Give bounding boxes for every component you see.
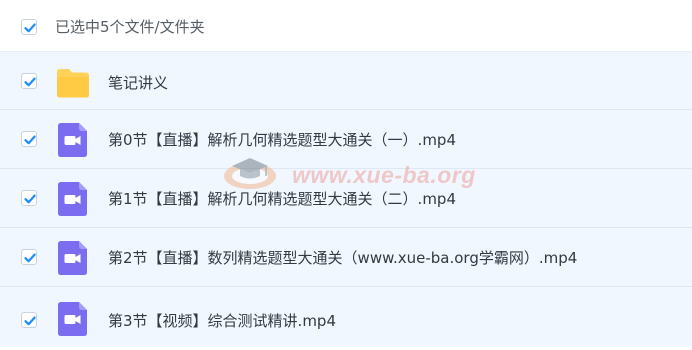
- item-checkbox[interactable]: [21, 131, 37, 147]
- item-checkbox[interactable]: [21, 190, 37, 206]
- video-file-icon: [58, 302, 87, 336]
- list-item[interactable]: 笔记讲义: [0, 52, 692, 110]
- item-checkbox[interactable]: [21, 312, 37, 328]
- file-list: 笔记讲义 第0节【直播】解析几何精选题型大通关（一）.mp4 第1节【直播】解析…: [0, 52, 692, 347]
- folder-icon: [57, 69, 89, 98]
- video-file-icon: [58, 182, 87, 216]
- file-name: 第2节【直播】数列精选题型大通关（www.xue-ba.org学霸网）.mp4: [108, 249, 578, 267]
- list-item[interactable]: 第0节【直播】解析几何精选题型大通关（一）.mp4: [0, 110, 692, 169]
- checkmark-icon: [24, 194, 36, 204]
- checkmark-icon: [24, 23, 36, 33]
- video-file-icon: [58, 241, 87, 275]
- checkmark-icon: [24, 253, 36, 263]
- checkmark-icon: [24, 77, 36, 87]
- select-all-checkbox[interactable]: [21, 19, 37, 35]
- file-name: 笔记讲义: [108, 74, 169, 92]
- item-checkbox[interactable]: [21, 249, 37, 265]
- file-name: 第0节【直播】解析几何精选题型大通关（一）.mp4: [108, 131, 456, 149]
- item-checkbox[interactable]: [21, 73, 37, 89]
- checkmark-icon: [24, 316, 36, 326]
- list-item[interactable]: 第1节【直播】解析几何精选题型大通关（二）.mp4: [0, 169, 692, 228]
- checkmark-icon: [24, 135, 36, 145]
- file-name: 第3节【视频】综合测试精讲.mp4: [108, 312, 336, 330]
- video-file-icon: [58, 123, 87, 157]
- selection-header: 已选中5个文件/文件夹: [0, 0, 692, 52]
- list-item[interactable]: 第2节【直播】数列精选题型大通关（www.xue-ba.org学霸网）.mp4: [0, 228, 692, 287]
- file-name: 第1节【直播】解析几何精选题型大通关（二）.mp4: [108, 190, 456, 208]
- selection-summary: 已选中5个文件/文件夹: [55, 18, 205, 36]
- list-item[interactable]: 第3节【视频】综合测试精讲.mp4: [0, 287, 692, 347]
